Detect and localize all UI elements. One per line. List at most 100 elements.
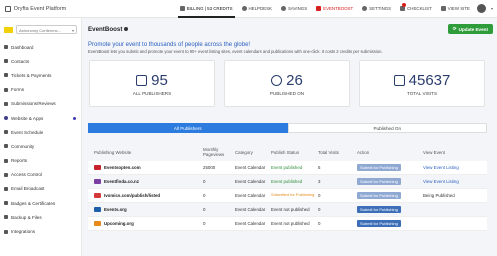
dashboard-icon (4, 45, 8, 50)
cell-status: Event not published (271, 207, 310, 212)
conference-selector[interactable]: Astronomy Conferenc... ▾ (4, 24, 77, 35)
site-name[interactable]: Upcoming.org (104, 221, 134, 226)
wallet-icon (179, 6, 185, 11)
cell-visits: 0 (318, 193, 321, 198)
stat-value: 95 (151, 71, 168, 89)
cell-category: Event Calendar (235, 165, 266, 170)
cell-category: Event Calendar (235, 193, 266, 198)
cell-status: Event not published (271, 221, 310, 226)
site-logo-icon (94, 179, 101, 184)
column-header: Publish Status (271, 149, 300, 155)
site-logo-icon (94, 193, 101, 198)
chart-icon (393, 74, 405, 86)
sidebar-item-label: Badges & Certificates (11, 200, 56, 206)
nav-settings[interactable]: SETTINGS (360, 0, 393, 18)
chevron-down-icon[interactable]: ▾ (491, 6, 493, 11)
cell-pageviews: 0 (203, 193, 206, 198)
cell-category: Event Calendar (235, 221, 266, 226)
sidebar-item-label: Email Broadcast (11, 186, 45, 192)
nav-savings[interactable]: SAVINGS (279, 0, 309, 18)
cell-action: Submit for Publishing (357, 163, 423, 172)
lock-icon (4, 172, 8, 177)
sidebar-item-email-broadcast[interactable]: Email Broadcast (0, 182, 81, 196)
submit-for-publishing-button[interactable]: Submit for Publishing (357, 205, 401, 214)
submit-for-publishing-button[interactable]: Submit for Publishing (357, 163, 401, 172)
sidebar-item-forms[interactable]: Forms (0, 83, 81, 97)
publishers-table: Publishing Website Monthly Pageviews Cat… (88, 143, 487, 231)
nav-settings-label: SETTINGS (369, 6, 392, 11)
help-icon[interactable] (124, 27, 129, 31)
sidebar-item-label: Dashboard (11, 44, 34, 50)
savings-icon (280, 6, 286, 11)
sidebar-item-backup[interactable]: Backup & Files (0, 210, 81, 224)
sidebar-item-event-schedule[interactable]: Event Schedule (0, 125, 81, 139)
sidebar-item-contacts[interactable]: Contacts (0, 54, 81, 68)
promo-title: Promote your event to thousands of peopl… (88, 42, 251, 48)
sidebar-item-label: Backup & Files (11, 214, 42, 220)
sidebar-item-label: Event Schedule (11, 129, 44, 135)
nav-billing[interactable]: BILLING | 53 CREDITS (177, 0, 235, 18)
app-logo[interactable]: Dryfta Event Platform (0, 5, 82, 12)
site-name[interactable]: Events.org (104, 207, 127, 212)
site-name[interactable]: Eventsopten.com (104, 165, 141, 170)
conference-name: Astronomy Conferenc... (19, 27, 62, 33)
site-name[interactable]: Eventfinda.co.nz (104, 179, 139, 184)
sidebar-item-label: Community (11, 143, 35, 149)
submit-for-publishing-button[interactable]: Submit for Publishing (357, 191, 401, 200)
sidebar-item-tickets[interactable]: Tickets & Payments (0, 68, 81, 82)
backup-icon (4, 215, 8, 220)
nav-billing-label: BILLING | 53 CREDITS (186, 6, 233, 11)
nav-view-site[interactable]: VIEW SITE (439, 0, 472, 18)
conference-dropdown[interactable]: Astronomy Conferenc... ▾ (16, 25, 77, 34)
update-event-button[interactable]: ⟳ Update Event (447, 24, 493, 34)
site-name[interactable]: Ivomics.com/publish/listed (104, 193, 160, 198)
cell-site: Eventsopten.com (88, 165, 200, 170)
nav-helpdesk[interactable]: HELPDESK (240, 0, 274, 18)
nav-eventboost[interactable]: EVENTBOOST (314, 0, 355, 18)
title-bar: EventBoost ⟳ Update Event (88, 18, 493, 40)
nav-checklist[interactable]: CHECKLIST (398, 0, 434, 18)
cell-view[interactable]: View Event Listing (423, 179, 487, 184)
calendar-icon (4, 130, 8, 135)
table-body: Eventsopten.com 25000 Event Calendar Event … (88, 161, 487, 231)
main-content: EventBoost ⟳ Update Event Promote your e… (88, 18, 493, 231)
helpdesk-icon (241, 6, 247, 11)
sidebar-item-integrations[interactable]: Integrations (0, 224, 81, 238)
sidebar-item-label: Contacts (11, 58, 30, 64)
cell-view[interactable]: View Event Listing (423, 165, 487, 170)
check-circle-icon (271, 74, 283, 86)
sidebar-item-label: Submissions/Reviews (11, 101, 56, 107)
cell-status: Event published (271, 165, 303, 170)
nav-checklist-label: CHECKLIST (407, 6, 432, 11)
submit-for-publishing-button[interactable]: Submit for Publishing (357, 177, 401, 186)
sidebar-item-access-control[interactable]: Access Control (0, 168, 81, 182)
cell-visits: 0 (318, 221, 321, 226)
tab-all-publishers[interactable]: All Publishers (88, 123, 288, 133)
contacts-icon (4, 59, 8, 64)
sidebar-item-reports[interactable]: Reports (0, 154, 81, 168)
nav-savings-label: SAVINGS (287, 6, 308, 11)
sidebar-item-community[interactable]: Community (0, 139, 81, 153)
column-header: Publishing Website (94, 149, 132, 155)
plug-icon (4, 229, 8, 234)
cell-action: Submit for Publishing (357, 219, 423, 228)
cell-view[interactable]: Being Published (423, 193, 487, 198)
nav-view-site-label: VIEW SITE (447, 6, 470, 11)
cell-action: Submit for Publishing (357, 177, 423, 186)
submit-for-publishing-button[interactable]: Submit for Publishing (357, 219, 401, 228)
checklist-icon (400, 6, 406, 11)
sidebar: Astronomy Conferenc... ▾ Dashboard Conta… (0, 18, 82, 256)
submissions-icon (4, 101, 8, 106)
table-row: Ivomics.com/publish/listed 0 Event Calenda… (88, 189, 487, 203)
globe-icon (4, 116, 8, 121)
tab-published-on[interactable]: Published On (287, 123, 487, 133)
avatar[interactable] (476, 4, 486, 13)
sidebar-item-website-apps[interactable]: Website & Apps (0, 111, 81, 125)
sidebar-item-dashboard[interactable]: Dashboard (0, 40, 81, 54)
chevron-down-icon: ▾ (71, 27, 74, 33)
cell-action: Submit for Publishing (357, 205, 423, 214)
table-row: Upcoming.org 0 Event Calendar Event not pub… (88, 217, 487, 231)
sidebar-item-submissions[interactable]: Submissions/Reviews (0, 97, 81, 111)
cell-category: Event Calendar (235, 179, 266, 184)
sidebar-item-badges[interactable]: Badges & Certificates (0, 196, 81, 210)
